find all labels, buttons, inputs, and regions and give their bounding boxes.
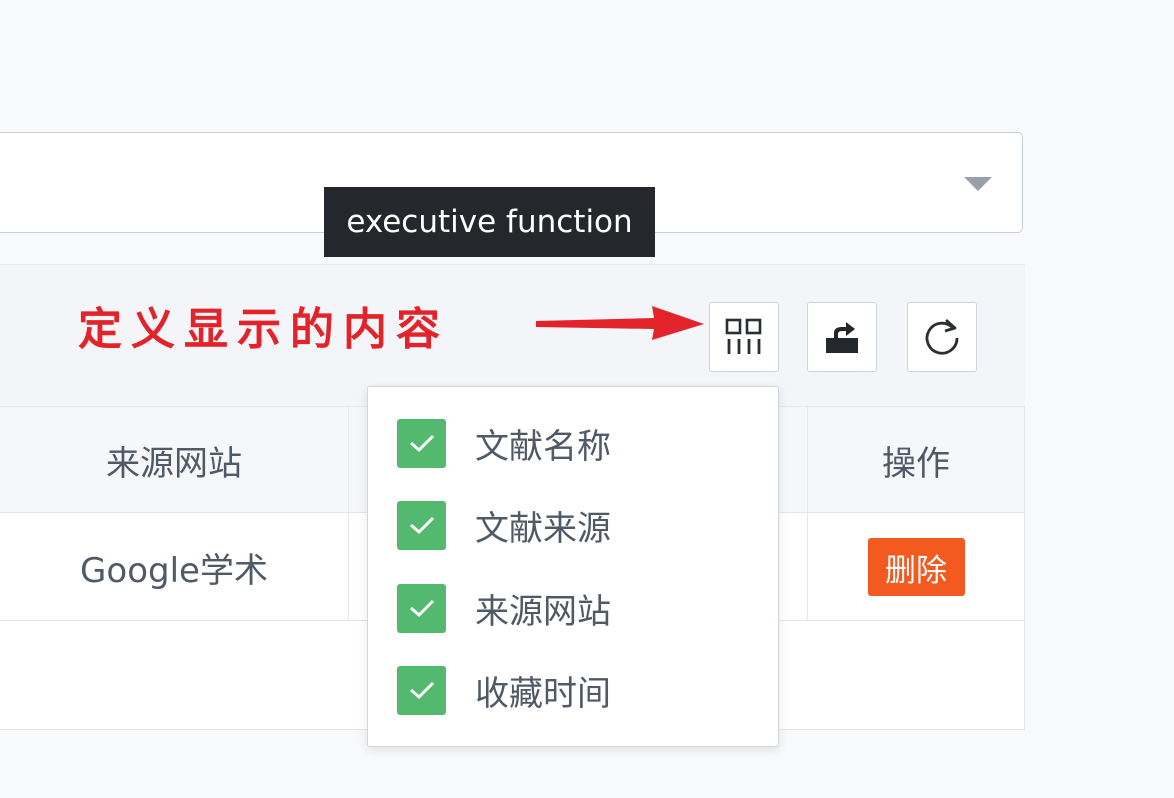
menu-item-label: 文献来源 — [475, 508, 611, 549]
refresh-icon — [925, 318, 959, 355]
export-button[interactable] — [807, 302, 877, 372]
column-header-source-site[interactable]: 来源网站 — [0, 407, 348, 513]
check-icon — [409, 434, 434, 453]
menu-item-label: 文献名称 — [475, 426, 611, 467]
columns-icon — [725, 318, 762, 354]
menu-item-label: 来源网站 — [475, 591, 611, 632]
tooltip: executive function — [324, 187, 655, 257]
checkbox-checked[interactable] — [397, 665, 446, 715]
delete-button[interactable]: 删除 — [867, 538, 965, 596]
menu-item-title[interactable]: 文献名称 — [397, 418, 611, 468]
column-visibility-menu: 文献名称 文献来源 来源网站 收藏时间 — [367, 386, 779, 747]
checkbox-checked[interactable] — [397, 418, 446, 468]
refresh-button[interactable] — [907, 302, 977, 372]
cell-source-site: Google学术 — [80, 550, 268, 591]
cell-actions: 删除 — [808, 513, 1024, 621]
menu-item-favorite-time[interactable]: 收藏时间 — [397, 665, 611, 715]
check-icon — [409, 681, 434, 700]
column-header-actions: 操作 — [882, 443, 950, 484]
menu-item-label: 收藏时间 — [475, 673, 611, 714]
export-icon — [826, 322, 858, 353]
checkbox-checked[interactable] — [397, 500, 446, 550]
menu-item-source-site[interactable]: 来源网站 — [397, 583, 611, 633]
caret-down-icon[interactable] — [964, 177, 992, 191]
columns-button[interactable] — [709, 302, 779, 372]
annotation-text: 定义显示的内容 — [78, 304, 449, 355]
checkbox-checked[interactable] — [397, 583, 446, 633]
menu-item-source[interactable]: 文献来源 — [397, 500, 611, 550]
check-icon — [409, 599, 434, 618]
check-icon — [409, 516, 434, 535]
annotation-arrow — [536, 306, 704, 340]
